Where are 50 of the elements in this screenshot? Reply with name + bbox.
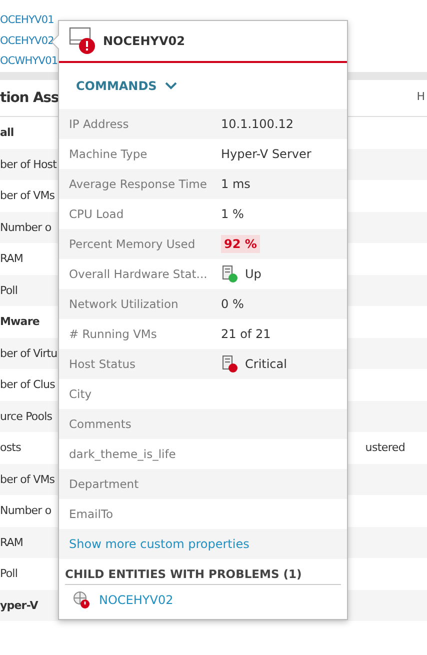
node-link[interactable]: OCWHYV01 [0,51,58,72]
property-label: IP Address [69,117,130,131]
child-entity-link[interactable]: NOCEHYV02 [99,593,174,607]
node-link[interactable]: OCEHYV01 [0,10,54,30]
chevron-down-icon [164,82,177,90]
property-value: 92 % [221,235,260,253]
property-label: Overall Hardware Stat... [69,267,208,281]
row-label: ber of Clus [0,378,55,392]
property-value: 0 % [221,297,244,311]
property-label: # Running VMs [69,327,158,341]
property-label: Host Status [69,357,136,371]
row-label: Number o [0,220,52,234]
property-value: 21 of 21 [221,327,271,341]
row-label: yper-V [0,598,38,612]
property-value: 10.1.100.12 [221,117,294,131]
row-label: all [0,126,14,140]
property-value: 1 % [221,207,244,221]
property-value: Up [245,267,262,281]
row-label: RAM [0,252,24,266]
row-label: ber of VMs [0,472,55,486]
row-value: ustered [365,441,405,454]
column-header: H [416,90,425,103]
property-label: Comments [69,417,132,431]
row-label: RAM [0,536,24,549]
property-value: Hyper-V Server [221,147,312,161]
property-label: Machine Type [69,147,148,161]
row-label: Poll [0,284,18,297]
row-label: osts [0,441,21,454]
property-label: Network Utilization [69,297,180,311]
property-label: Department [69,477,140,491]
row-label: ber of VMs [0,189,55,202]
row-label: ber of Virtu [0,346,58,360]
row-label: urce Pools [0,410,52,423]
property-label: Average Response Time [69,177,208,191]
popup-title: NOCEHYV02 [103,34,185,48]
property-label: Percent Memory Used [69,237,196,251]
row-label: Mware [0,315,40,328]
section-title: tion Ass [0,90,59,106]
property-label: City [69,387,93,401]
commands-dropdown[interactable]: COMMANDS [59,63,177,109]
row-label: Poll [0,567,18,580]
row-label: ber of Host [0,158,57,171]
property-label: CPU Load [69,207,125,221]
section-heading: CHILD ENTITIES WITH PROBLEMS (1) [65,567,341,585]
node-link[interactable]: OCEHYV02 [0,30,54,51]
property-label: EmailTo [69,507,114,521]
row-label: Number o [0,504,52,518]
property-value: 1 ms [221,177,250,191]
property-label: dark_theme_is_life [69,447,177,461]
property-value: Critical [245,357,287,371]
